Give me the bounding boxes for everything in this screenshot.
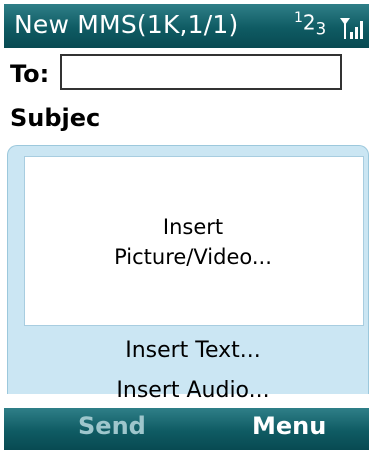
menu-softkey[interactable]: Menu (252, 412, 326, 440)
signal-strength-icon (340, 18, 363, 39)
subject-label[interactable]: Subjec (10, 104, 100, 132)
send-softkey[interactable]: Send (78, 412, 146, 440)
to-row: To: (8, 54, 364, 94)
input-mode-digit-2: 2 (302, 10, 316, 35)
insert-picture-line-1: Insert (162, 215, 224, 239)
to-label: To: (10, 60, 50, 88)
insert-audio-item[interactable]: Insert Audio... (24, 378, 362, 403)
window-title: New MMS(1K,1/1) (14, 10, 239, 39)
insert-text-item[interactable]: Insert Text... (24, 338, 362, 363)
input-mode-digit-1: 1 (294, 10, 303, 26)
to-field[interactable] (60, 54, 342, 90)
insert-picture-video-label: Insert Picture/Video... (24, 212, 362, 272)
mms-compose-screen: New MMS(1K,1/1) 123 To: Subjec Insert Pi… (0, 0, 376, 450)
insert-picture-line-2: Picture/Video... (114, 245, 272, 269)
title-bar: New MMS(1K,1/1) 123 (4, 4, 369, 48)
input-mode-indicator: 123 (294, 10, 326, 39)
input-mode-digit-3: 3 (315, 19, 327, 39)
